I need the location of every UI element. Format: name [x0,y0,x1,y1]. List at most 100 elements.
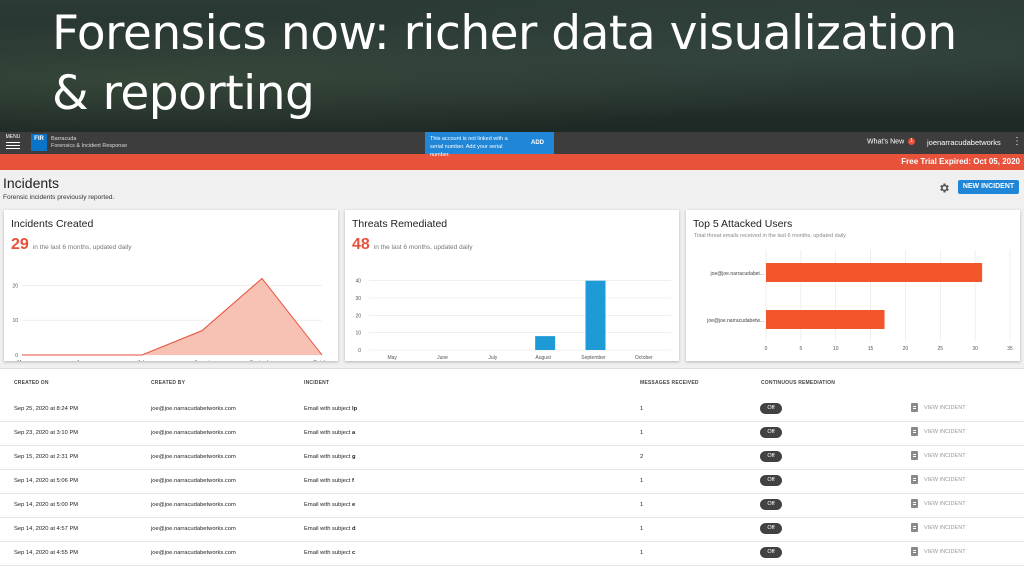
created-on-cell: Sep 15, 2020 at 2:31 PM [14,454,79,460]
created-on-cell: Sep 23, 2020 at 3:10 PM [14,430,79,436]
table-row[interactable]: Sep 14, 2020 at 4:55 PM joe@joe.narracuda… [0,541,1024,566]
clipboard-icon [911,547,918,557]
view-incident-link[interactable]: VIEW INCIDENT [911,499,966,510]
top-attacked-users-card: Top 5 Attacked Users Total threat emails… [686,210,1020,361]
clipboard-icon [911,451,918,461]
incident-subject: a [352,430,356,436]
x-tick-label: 20 [903,346,909,352]
incidents-area [22,278,322,355]
x-tick-label: 10 [833,346,839,352]
table-row[interactable]: Sep 14, 2020 at 4:57 PM joe@joe.narracuda… [0,517,1024,542]
messages-received-cell: 2 [640,454,644,460]
page-header: Incidents Forensic incidents previously … [0,170,1024,206]
view-incident-label: VIEW INCIDENT [924,549,966,555]
column-header-messages-received[interactable]: MESSAGES RECEIVED [640,380,699,386]
more-options-icon[interactable]: ⋮ [1012,136,1022,148]
clipboard-icon [911,427,918,437]
new-incident-button[interactable]: NEW INCIDENT [958,180,1019,194]
x-tick-label: 0 [765,346,768,352]
menu-button[interactable]: MENU [4,134,22,151]
messages-received-cell: 1 [640,430,644,436]
messages-received-cell: 1 [640,478,644,484]
x-tick-label: June [77,360,88,361]
view-incident-link[interactable]: VIEW INCIDENT [911,547,966,558]
incident-cell: Email with subject a [304,430,355,436]
incident-cell: Email with subject f [304,478,354,484]
created-by-cell: joe@joe.narracudabetworks.com [151,406,236,412]
table-row[interactable]: Sep 23, 2020 at 3:10 PM joe@joe.narracuda… [0,421,1024,446]
fir-logo: FIR [31,134,47,151]
continuous-remediation-toggle[interactable]: Off [760,475,782,486]
view-incident-label: VIEW INCIDENT [924,501,966,507]
incidents-table: CREATED ON CREATED BY INCIDENT MESSAGES … [0,368,1024,572]
brand: Barracuda Forensics & Incident Response [51,136,127,150]
incident-cell: Email with subject e [304,502,355,508]
created-on-cell: Sep 14, 2020 at 4:55 PM [14,550,79,556]
table-row[interactable]: Sep 14, 2020 at 5:00 PM joe@joe.narracuda… [0,493,1024,518]
view-incident-link[interactable]: VIEW INCIDENT [911,403,966,414]
column-header-incident[interactable]: INCIDENT [304,380,329,386]
view-incident-label: VIEW INCIDENT [924,429,966,435]
continuous-remediation-toggle[interactable]: Off [760,403,782,414]
clipboard-icon [911,523,918,533]
created-by-cell: joe@joe.narracudabetworks.com [151,430,236,436]
incident-prefix: Email with subject [304,526,353,532]
brand-line-1: Barracuda [51,136,77,142]
y-tick-label: 40 [355,279,361,285]
incident-prefix: Email with subject [304,502,353,508]
continuous-remediation-toggle[interactable]: Off [760,547,782,558]
incident-cell: Email with subject c [304,550,355,556]
column-header-created-on[interactable]: CREATED ON [14,380,49,386]
column-header-continuous-remediation[interactable]: CONTINUOUS REMEDIATION [761,380,835,386]
view-incident-link[interactable]: VIEW INCIDENT [911,523,966,534]
user-menu[interactable]: joenarracudabetworks [927,138,1001,147]
incident-subject: c [352,550,356,556]
attacked-users-bar-chart: 0 5 10 15 20 25 30 35 joe@joe.narracudabet... joe… [706,250,1013,352]
incident-subject: lp [352,406,358,412]
created-on-cell: Sep 14, 2020 at 5:06 PM [14,478,79,484]
x-tick-label: October [313,360,331,361]
continuous-remediation-toggle[interactable]: Off [760,523,782,534]
incident-cell: Email with subject d [304,526,356,532]
view-incident-label: VIEW INCIDENT [924,453,966,459]
view-incident-label: VIEW INCIDENT [924,525,966,531]
view-incident-link[interactable]: VIEW INCIDENT [911,427,966,438]
x-tick-label: August [535,355,551,361]
page-subtitle: Forensic incidents previously reported. [3,194,115,201]
incidents-area-chart: 0 10 20 May June July August September October [12,277,331,361]
whats-new-link[interactable]: What's New 1 [867,138,916,146]
messages-received-cell: 1 [640,406,644,412]
continuous-remediation-toggle[interactable]: Off [760,427,782,438]
messages-received-cell: 1 [640,526,644,532]
y-tick-label: 0 [358,348,361,354]
table-row[interactable]: Sep 15, 2020 at 2:31 PM joe@joe.narracuda… [0,445,1024,470]
continuous-remediation-toggle[interactable]: Off [760,499,782,510]
column-header-created-by[interactable]: CREATED BY [151,380,185,386]
threat-bar [585,280,606,350]
page-title: Incidents [3,175,60,191]
created-by-cell: joe@joe.narracudabetworks.com [151,550,236,556]
incident-prefix: Email with subject [304,478,353,484]
incident-subject: f [352,478,354,484]
threats-bar-chart: 0 10 20 30 40 May June July August September Octob… [355,279,671,361]
continuous-remediation-toggle[interactable]: Off [760,451,782,462]
view-incident-link[interactable]: VIEW INCIDENT [911,475,966,486]
user-bar [766,263,983,282]
x-tick-label: 35 [1007,346,1013,352]
view-incident-link[interactable]: VIEW INCIDENT [911,451,966,462]
menu-label: MENU [5,134,21,140]
x-tick-label: 15 [868,346,874,352]
table-row[interactable]: Sep 14, 2020 at 5:06 PM joe@joe.narracuda… [0,469,1024,494]
whats-new-label: What's New [867,138,905,146]
settings-gear-icon[interactable] [938,182,950,194]
logo-text: FIR [34,136,44,142]
created-by-cell: joe@joe.narracudabetworks.com [151,454,236,460]
view-incident-label: VIEW INCIDENT [924,477,966,483]
incident-prefix: Email with subject [304,430,353,436]
table-row[interactable]: Sep 25, 2020 at 8:24 PM joe@joe.narracuda… [0,397,1024,422]
threat-bar [535,336,556,350]
x-tick-label: 25 [938,346,944,352]
whats-new-badge: 1 [908,138,916,145]
add-serial-button[interactable]: ADD [531,139,544,147]
user-label: joe@joe.narracudabetw... [706,318,764,324]
